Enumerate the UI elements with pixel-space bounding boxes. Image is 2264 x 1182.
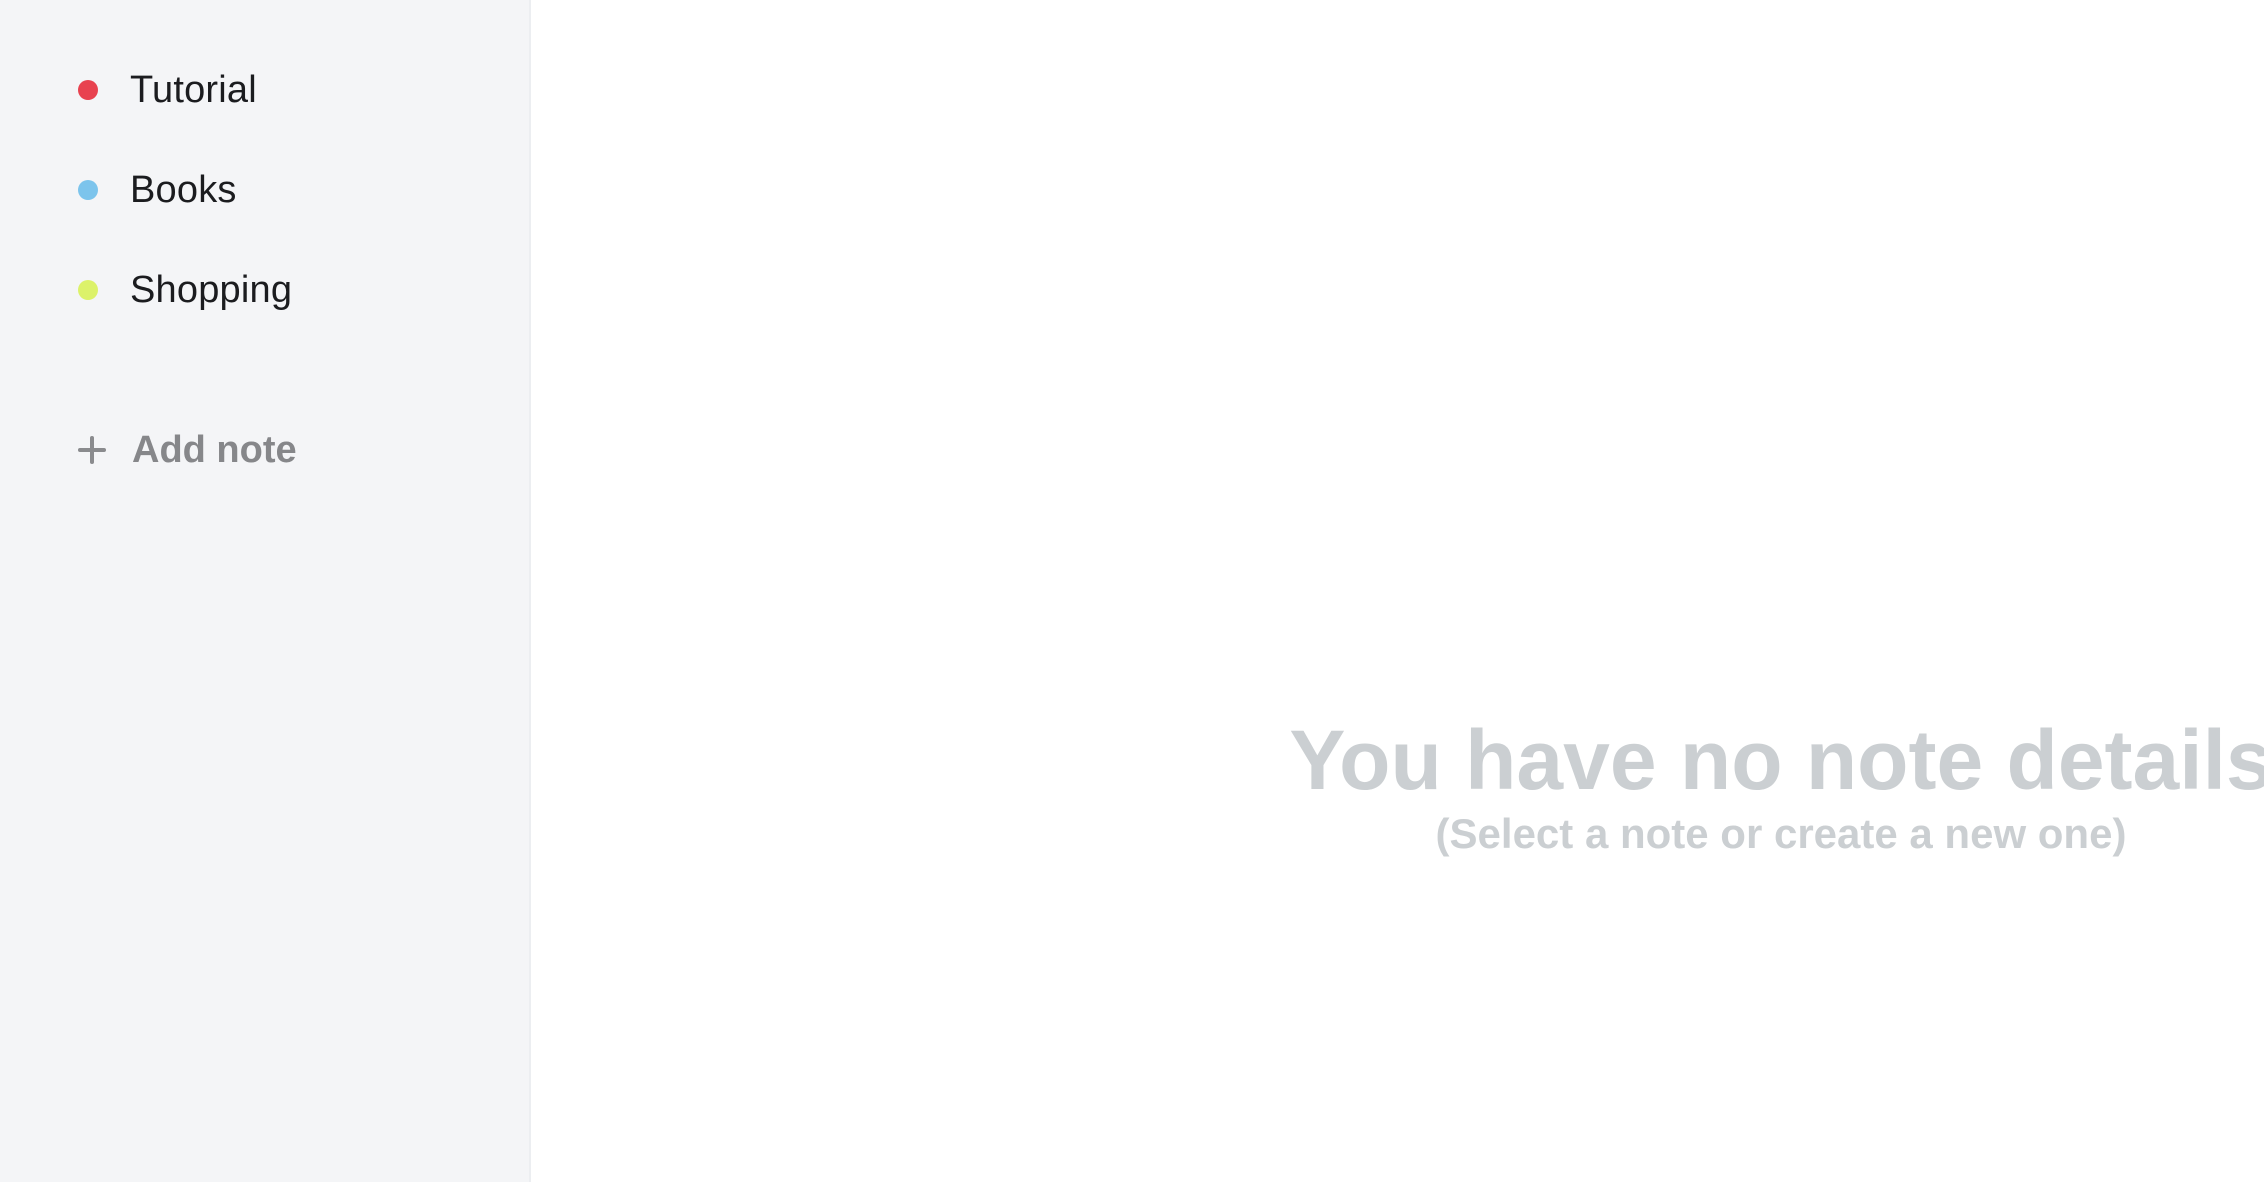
sidebar: Tutorial Books Shopping Add note: [0, 0, 531, 1182]
add-note-button[interactable]: Add note: [78, 420, 297, 480]
note-list: Tutorial Books Shopping: [78, 60, 292, 360]
empty-state-subtitle: (Select a note or create a new one): [1435, 810, 2127, 857]
note-color-dot: [78, 280, 98, 300]
note-item-books[interactable]: Books: [78, 160, 292, 220]
notes-app: Tutorial Books Shopping Add note You hav…: [0, 0, 2264, 1182]
note-label: Tutorial: [130, 68, 257, 111]
plus-icon: [78, 436, 106, 464]
empty-state: You have no note details (Select a note …: [1281, 712, 2264, 860]
note-item-shopping[interactable]: Shopping: [78, 260, 292, 320]
note-label: Shopping: [130, 268, 293, 311]
empty-state-title: You have no note details: [1289, 713, 2264, 807]
note-color-dot: [78, 180, 98, 200]
add-note-label: Add note: [132, 428, 297, 471]
note-details-panel: You have no note details (Select a note …: [531, 0, 2264, 1182]
note-label: Books: [130, 168, 237, 211]
note-item-tutorial[interactable]: Tutorial: [78, 60, 292, 120]
note-color-dot: [78, 80, 98, 100]
